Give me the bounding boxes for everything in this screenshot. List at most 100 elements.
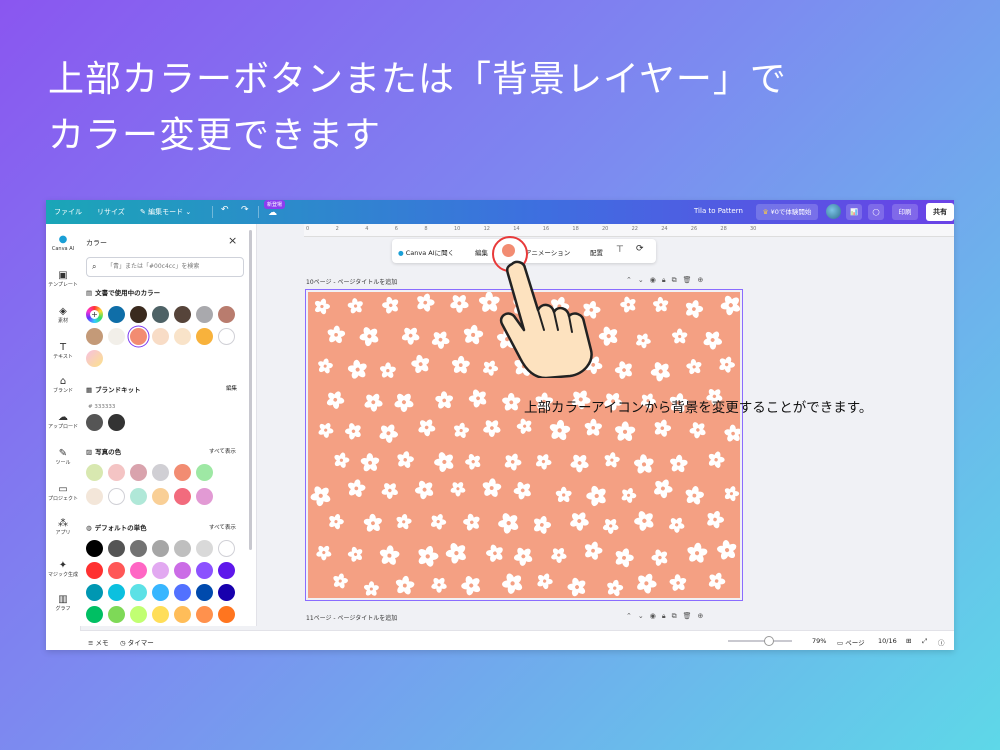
rail-brand[interactable]: ⌂ ブランド [46, 376, 80, 395]
color-swatch[interactable] [130, 464, 147, 481]
color-swatch[interactable] [86, 464, 103, 481]
chevron-up-icon[interactable]: ⌃ [626, 276, 638, 284]
print-button[interactable]: 印刷 [892, 204, 918, 220]
close-icon[interactable]: × [228, 234, 237, 247]
color-swatch[interactable] [174, 584, 191, 601]
position-button[interactable]: 配置 [590, 247, 603, 257]
color-swatch[interactable] [130, 488, 147, 505]
resize-menu[interactable]: リサイズ [97, 207, 125, 217]
rail-charts[interactable]: ▥ グラフ [46, 594, 80, 613]
lock-icon[interactable]: 🔒︎ [662, 276, 672, 284]
comment-icon[interactable]: ◯ [868, 204, 884, 220]
panel-scrollbar[interactable] [249, 230, 252, 550]
color-swatch[interactable] [108, 328, 125, 345]
color-swatch[interactable] [130, 562, 147, 579]
document-title[interactable]: Tila to Pattern [694, 207, 743, 215]
color-swatch[interactable] [130, 306, 147, 323]
trash-icon[interactable]: 🗑︎ [683, 612, 698, 620]
color-swatch[interactable] [218, 306, 235, 323]
rail-text[interactable]: T テキスト [46, 342, 80, 361]
color-swatch[interactable] [86, 414, 103, 431]
color-swatch[interactable] [86, 562, 103, 579]
color-swatch[interactable] [218, 328, 235, 345]
color-swatch[interactable] [152, 328, 169, 345]
page11-label[interactable]: 11ページ - ページタイトルを追加 [306, 613, 397, 622]
rail-projects[interactable]: ▭ プロジェクト [46, 484, 80, 503]
zoom-level[interactable]: 79% [812, 637, 826, 645]
rail-tools[interactable]: ✎ ツール [46, 448, 80, 467]
color-swatch[interactable] [174, 562, 191, 579]
trial-button[interactable]: ♛ ¥0で体験開始 [756, 204, 818, 220]
color-swatch[interactable] [196, 328, 213, 345]
rail-magic[interactable]: ✦ マジック生成 [46, 560, 80, 579]
color-swatch[interactable] [218, 584, 235, 601]
edit-mode-menu[interactable]: ✎ 編集モード ⌄ [140, 207, 191, 217]
color-swatch[interactable] [218, 540, 235, 557]
notes-button[interactable]: ≡ メモ [88, 637, 109, 647]
brand-kit-edit-link[interactable]: 編集 [226, 384, 237, 392]
color-swatch[interactable] [86, 540, 103, 557]
rail-canva-ai[interactable]: ● Canva AI [46, 234, 80, 253]
page-count[interactable]: 10/16 [878, 637, 897, 645]
analytics-icon[interactable]: 📊 [846, 204, 862, 220]
color-swatch[interactable] [86, 328, 103, 345]
cloud-save-icon[interactable]: ☁ [268, 208, 277, 218]
color-swatch[interactable] [196, 464, 213, 481]
color-swatch[interactable] [130, 540, 147, 557]
color-swatch[interactable] [174, 328, 191, 345]
paint-format-icon[interactable]: ⊤ [616, 245, 624, 255]
timer-button[interactable]: ◷ タイマー [120, 637, 154, 647]
color-swatch[interactable] [152, 584, 169, 601]
color-swatch[interactable] [130, 584, 147, 601]
color-swatch[interactable] [108, 414, 125, 431]
undo-icon[interactable]: ↶ [221, 205, 229, 215]
color-swatch[interactable] [108, 306, 125, 323]
duplicate-icon[interactable]: ⧉ [672, 612, 683, 620]
color-swatch[interactable] [196, 584, 213, 601]
color-swatch[interactable] [86, 488, 103, 505]
share-button[interactable]: 共有 [926, 203, 954, 221]
avatar[interactable] [826, 204, 841, 219]
color-swatch[interactable] [218, 606, 235, 623]
grid-view-icon[interactable]: ⊞ [906, 637, 911, 645]
edit-button[interactable]: 編集 [475, 247, 488, 257]
color-swatch[interactable] [196, 562, 213, 579]
color-swatch[interactable] [196, 606, 213, 623]
more-icon[interactable]: ⟳ [636, 244, 644, 254]
add-page-icon[interactable]: ⊕ [697, 612, 709, 620]
color-swatch[interactable] [196, 540, 213, 557]
color-swatch[interactable] [86, 606, 103, 623]
fullscreen-icon[interactable]: ⤢ [922, 637, 927, 646]
color-swatch[interactable] [108, 540, 125, 557]
color-swatch[interactable] [152, 488, 169, 505]
color-search-input[interactable]: ⌕ 「青」または「#00c4cc」を検索 [86, 257, 244, 277]
color-swatch[interactable] [196, 306, 213, 323]
photo-show-all-link[interactable]: すべて表示 [209, 447, 236, 455]
color-swatch[interactable] [108, 464, 125, 481]
color-swatch[interactable] [174, 306, 191, 323]
file-menu[interactable]: ファイル [54, 207, 82, 217]
color-swatch[interactable] [108, 584, 125, 601]
chevron-down-icon[interactable]: ⌄ [638, 612, 650, 620]
color-swatch[interactable] [174, 606, 191, 623]
color-swatch[interactable] [196, 488, 213, 505]
rail-elements[interactable]: ◈ 素材 [46, 306, 80, 325]
rail-apps[interactable]: ⁂ アプリ [46, 518, 80, 537]
color-swatch[interactable] [152, 306, 169, 323]
pages-button[interactable]: ▭ ページ [837, 637, 865, 647]
color-swatch[interactable] [108, 562, 125, 579]
default-show-all-link[interactable]: すべて表示 [209, 523, 236, 531]
color-swatch[interactable] [152, 606, 169, 623]
redo-icon[interactable]: ↷ [241, 205, 249, 215]
zoom-slider-handle[interactable] [764, 636, 774, 646]
trash-icon[interactable]: 🗑︎ [683, 276, 698, 284]
rail-templates[interactable]: ▣ テンプレート [46, 270, 80, 289]
add-color-button[interactable]: + [86, 306, 103, 323]
zoom-slider[interactable] [728, 640, 792, 642]
color-swatch[interactable] [152, 562, 169, 579]
color-swatch[interactable] [152, 540, 169, 557]
help-icon[interactable]: ⓘ [938, 637, 945, 647]
eye-icon[interactable]: ◉ [650, 276, 662, 284]
color-swatch[interactable] [130, 328, 147, 345]
color-swatch[interactable] [152, 464, 169, 481]
